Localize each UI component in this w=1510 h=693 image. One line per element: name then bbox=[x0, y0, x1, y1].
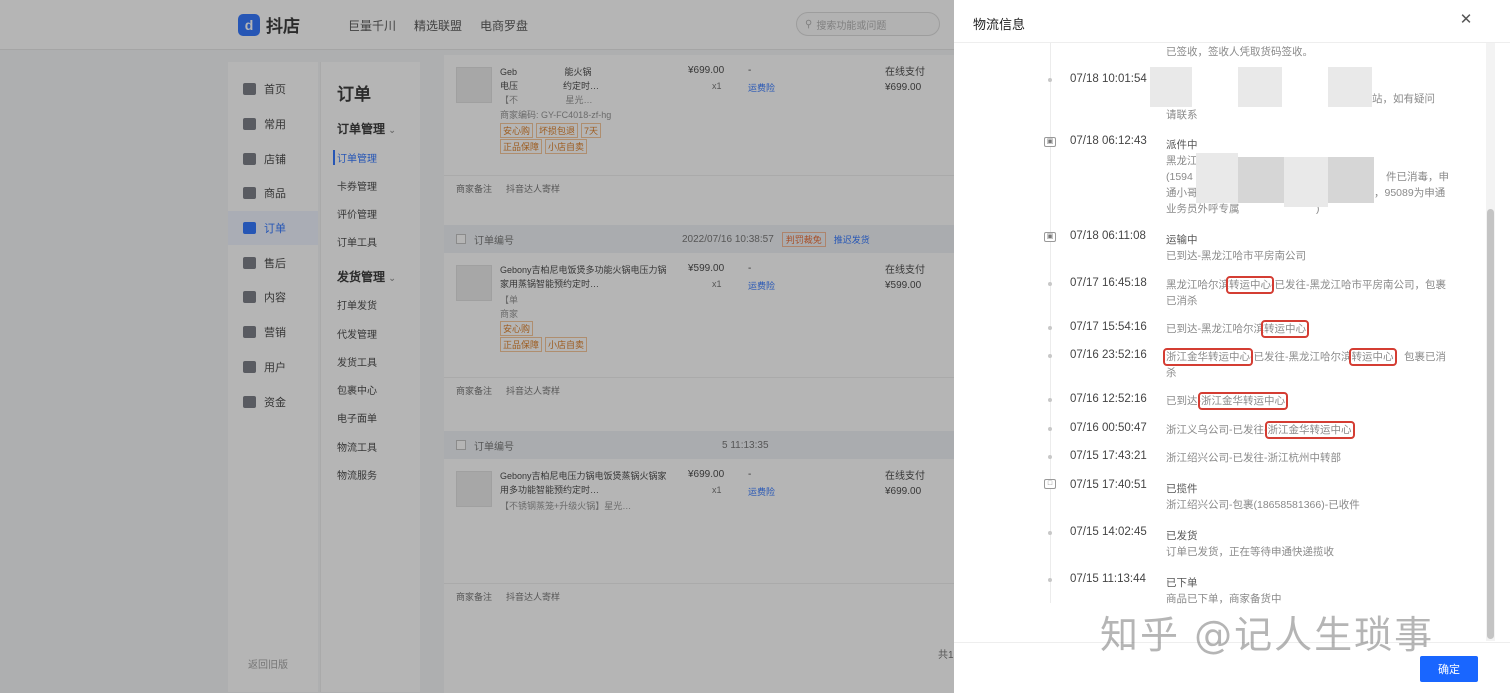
highlight-box: 浙江金华转运中心 bbox=[1163, 348, 1253, 366]
event-time: 07/18 10:01:54 bbox=[1070, 73, 1147, 85]
event-status: 派件中 bbox=[1166, 139, 1198, 151]
watermark: 知乎 @记人生琐事 bbox=[1100, 613, 1435, 657]
logistics-drawer: 物流信息 ✕ 已签收，签收人凭取货码签收。 07/18 10:01:54 站，如… bbox=[954, 0, 1510, 693]
highlight-box: 转运中心 bbox=[1348, 348, 1397, 366]
event-desc: 浙江金华转运中心-已发往-黑龙江哈尔滨转运中心，包裹已消杀 bbox=[1163, 348, 1446, 379]
event-status: 已揽件 bbox=[1166, 483, 1198, 495]
scrollbar-thumb[interactable] bbox=[1487, 209, 1494, 639]
timeline-dot bbox=[1048, 427, 1052, 431]
close-icon[interactable]: ✕ bbox=[1458, 12, 1474, 28]
truck-icon: ▣ bbox=[1044, 232, 1056, 242]
redaction-block bbox=[1238, 67, 1282, 107]
event-desc: 浙江义乌公司-已发往-浙江金华转运中心 bbox=[1166, 421, 1355, 439]
event-desc: 黑龙江哈尔滨转运中心-已发往-黑龙江哈市平房南公司，包裹已消杀 bbox=[1166, 276, 1446, 307]
event-desc: ，95089为申通 bbox=[1374, 187, 1446, 199]
timeline-dot bbox=[1048, 354, 1052, 358]
event-desc: 件已消毒，申 bbox=[1386, 171, 1449, 183]
event-desc: 已到达-黑龙江哈市平房南公司 bbox=[1166, 250, 1306, 262]
timeline-dot bbox=[1048, 455, 1052, 459]
event-time: 07/18 06:11:08 bbox=[1070, 230, 1146, 242]
drawer-scrollbar[interactable] bbox=[1486, 43, 1495, 641]
event-time: 07/17 16:45:18 bbox=[1070, 277, 1147, 289]
redaction-block bbox=[1238, 157, 1284, 203]
redaction-block bbox=[1150, 67, 1192, 107]
timeline-dot bbox=[1048, 531, 1052, 535]
event-status: 已下单 bbox=[1166, 577, 1198, 589]
event-desc: 浙江绍兴公司-包裹(18658581366)-已收件 bbox=[1166, 499, 1360, 511]
event-status: 运输中 bbox=[1166, 234, 1198, 246]
event-desc: 请联系 bbox=[1166, 109, 1198, 121]
redaction-block bbox=[1328, 157, 1374, 203]
timeline-line bbox=[1050, 43, 1051, 603]
truck-icon: ▣ bbox=[1044, 137, 1056, 147]
event-desc: 已签收，签收人凭取货码签收。 bbox=[1166, 46, 1313, 58]
timeline-dot bbox=[1048, 78, 1052, 82]
highlight-box: 浙江金华转运中心 bbox=[1264, 421, 1355, 439]
highlight-box: 转运中心 bbox=[1226, 276, 1274, 294]
event-time: 07/15 11:13:44 bbox=[1070, 573, 1146, 585]
logistics-timeline: 已签收，签收人凭取货码签收。 07/18 10:01:54 站，如有疑问 请联系… bbox=[954, 43, 1484, 641]
event-time: 07/18 06:12:43 bbox=[1070, 135, 1147, 147]
confirm-button[interactable]: 确定 bbox=[1420, 656, 1478, 682]
timeline-dot bbox=[1048, 282, 1052, 286]
event-desc: 业务员外呼专属 bbox=[1166, 203, 1240, 215]
modal-overlay[interactable] bbox=[0, 0, 954, 693]
event-time: 07/16 12:52:16 bbox=[1070, 393, 1147, 405]
event-time: 07/15 17:43:21 bbox=[1070, 450, 1147, 462]
event-desc: 站，如有疑问 bbox=[1372, 93, 1435, 105]
timeline-dot bbox=[1048, 578, 1052, 582]
redaction-block bbox=[1284, 157, 1328, 207]
event-time: 07/16 23:52:16 bbox=[1070, 349, 1147, 361]
highlight-box: 转运中心 bbox=[1261, 320, 1309, 338]
event-status: 已发货 bbox=[1166, 530, 1198, 542]
event-time: 07/15 17:40:51 bbox=[1070, 479, 1147, 491]
event-time: 07/16 00:50:47 bbox=[1070, 422, 1147, 434]
event-desc: 浙江绍兴公司-已发往-浙江杭州中转部 bbox=[1166, 452, 1341, 464]
event-time: 07/15 14:02:45 bbox=[1070, 526, 1147, 538]
timeline-dot bbox=[1048, 326, 1052, 330]
package-icon: □ bbox=[1044, 479, 1056, 489]
event-time: 07/17 15:54:16 bbox=[1070, 321, 1147, 333]
redaction-block bbox=[1328, 67, 1372, 107]
drawer-header: 物流信息 ✕ bbox=[954, 0, 1510, 43]
event-desc: 订单已发货，正在等待申通快递揽收 bbox=[1166, 546, 1334, 558]
timeline-dot bbox=[1048, 398, 1052, 402]
app-root: d 抖店 巨量千川 精选联盟 电商罗盘 ⚲ 搜索功能或问题 首页 常用 店铺 商… bbox=[0, 0, 1510, 693]
event-desc: 已到达-浙江金华转运中心 bbox=[1166, 392, 1288, 410]
highlight-box: 浙江金华转运中心 bbox=[1198, 392, 1288, 410]
event-desc: 已到达-黑龙江哈尔滨转运中心 bbox=[1166, 320, 1309, 338]
redaction-block bbox=[1196, 153, 1238, 203]
drawer-title: 物流信息 bbox=[973, 17, 1026, 32]
